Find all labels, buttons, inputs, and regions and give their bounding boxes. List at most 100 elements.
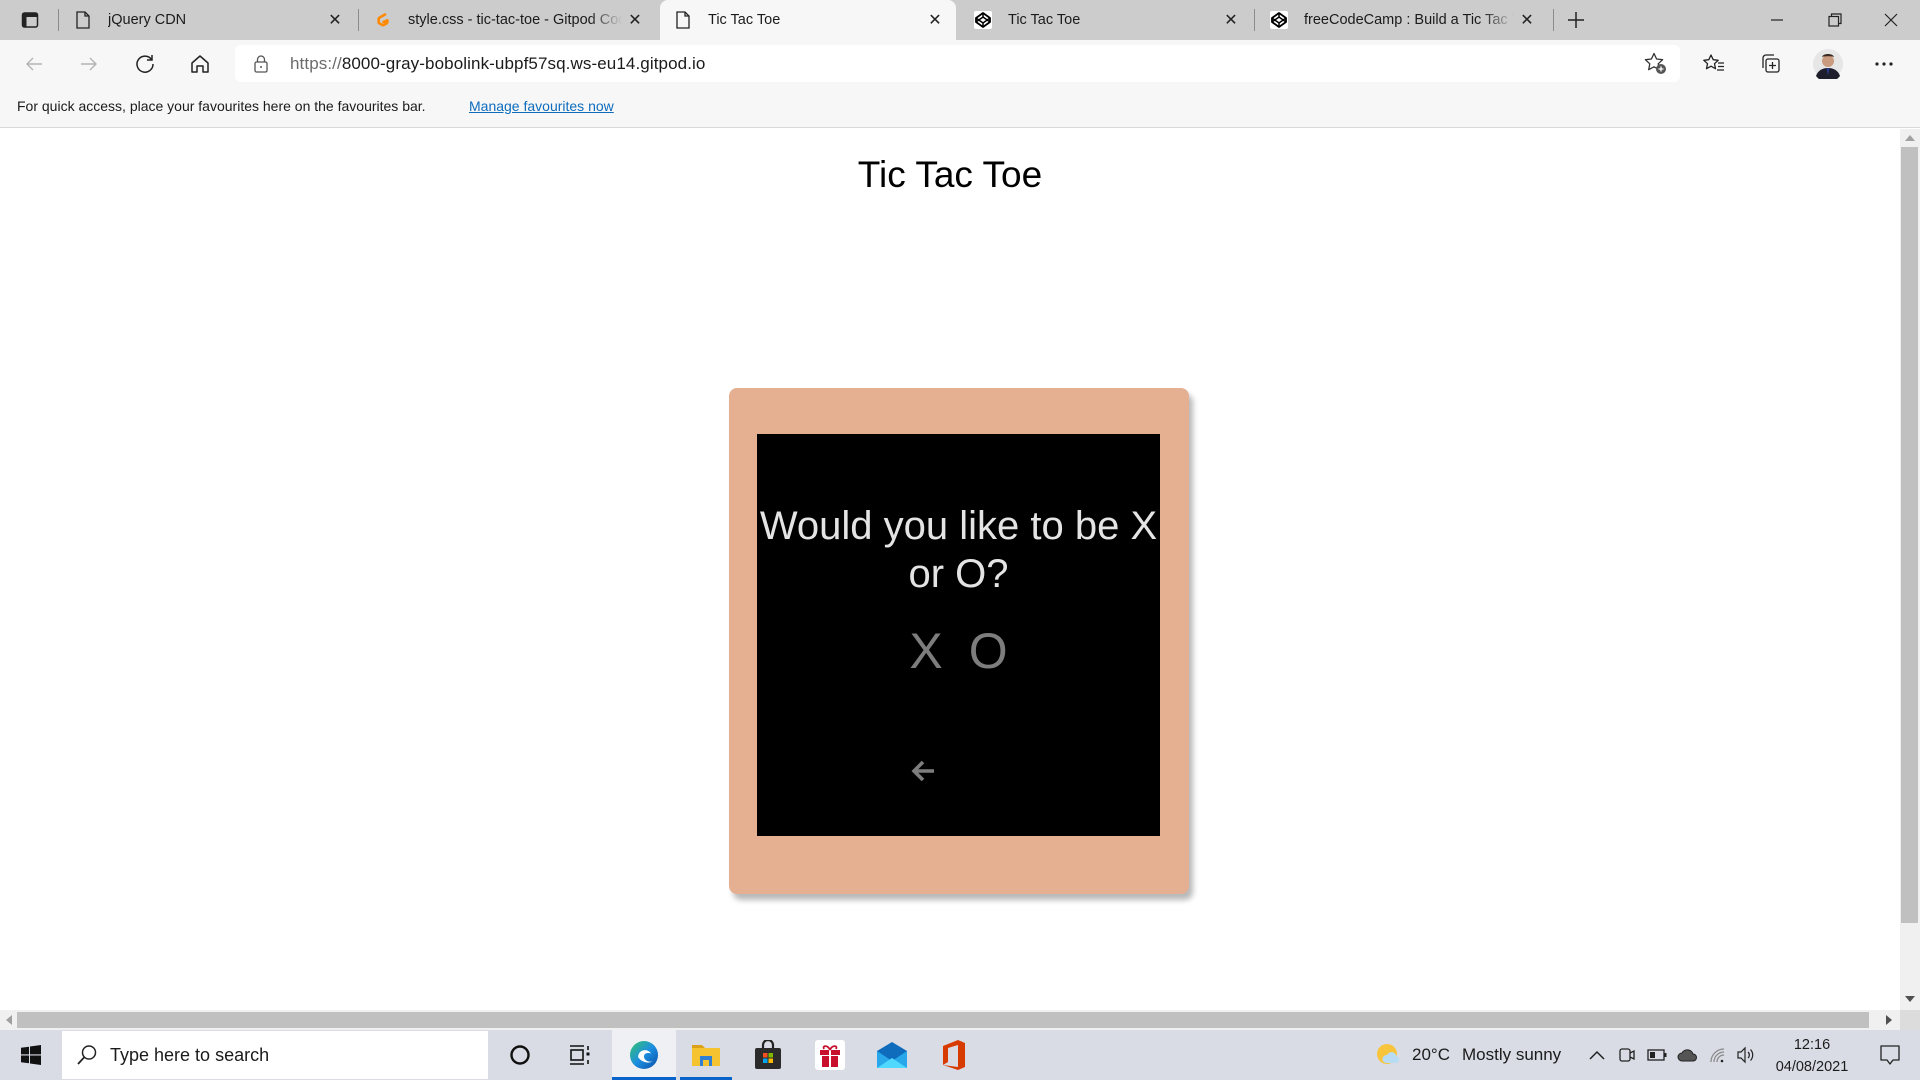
back-button[interactable] <box>16 46 52 82</box>
taskbar-mail[interactable] <box>861 1030 923 1080</box>
vertical-scrollbar[interactable] <box>1900 129 1920 1010</box>
onedrive-status[interactable] <box>1672 1030 1704 1080</box>
scroll-right-arrow-icon[interactable] <box>1886 1015 1892 1025</box>
new-tab-button[interactable] <box>1546 0 1606 40</box>
scroll-left-arrow-icon[interactable] <box>6 1015 12 1025</box>
horizontal-scrollbar[interactable] <box>0 1010 1900 1030</box>
clock-date: 04/08/2021 <box>1775 1059 1849 1075</box>
system-clock[interactable]: 12:16 04/08/2021 <box>1762 1034 1862 1078</box>
show-hidden-icons-button[interactable] <box>1580 1030 1614 1080</box>
close-tab-icon[interactable]: ✕ <box>922 7 948 33</box>
lock-icon[interactable] <box>253 54 269 79</box>
home-button[interactable] <box>182 46 218 82</box>
choose-o-button[interactable]: O <box>969 622 1008 680</box>
close-tab-icon[interactable]: ✕ <box>622 7 648 33</box>
start-button[interactable] <box>0 1030 62 1080</box>
tab-tic-tac-toe-active[interactable]: Tic Tac Toe ✕ <box>660 0 956 40</box>
choose-x-button[interactable]: X <box>909 622 942 680</box>
wifi-icon <box>1710 1048 1725 1063</box>
battery-indicator[interactable] <box>1642 1030 1672 1080</box>
restore-icon <box>1828 13 1842 27</box>
scroll-down-arrow-icon[interactable] <box>1905 996 1915 1002</box>
taskbar-edge[interactable] <box>612 1030 676 1080</box>
codepen-icon <box>974 11 992 29</box>
page-icon <box>674 11 692 29</box>
office-icon <box>943 1040 965 1070</box>
taskbar-microsoft-store[interactable] <box>737 1030 799 1080</box>
codepen-icon <box>1270 11 1288 29</box>
task-view-icon <box>570 1045 590 1065</box>
tab-strip: jQuery CDN ✕ style.css - tic-tac-toe - G… <box>0 0 1920 40</box>
weather-widget[interactable]: 20°C Mostly sunny <box>1376 1030 1561 1080</box>
weather-temperature: 20°C <box>1412 1045 1450 1064</box>
address-bar[interactable]: https://8000-gray-bobolink-ubpf57sq.ws-e… <box>235 45 1680 82</box>
close-tab-icon[interactable]: ✕ <box>322 7 348 33</box>
profile-avatar[interactable] <box>1810 46 1846 82</box>
back-button[interactable] <box>907 756 939 786</box>
chevron-up-icon <box>1589 1050 1605 1060</box>
taskbar-office[interactable] <box>923 1030 985 1080</box>
minimize-button[interactable] <box>1748 0 1806 40</box>
more-icon <box>1875 62 1893 66</box>
close-tab-icon[interactable]: ✕ <box>1218 7 1244 33</box>
meet-now-button[interactable] <box>1612 1030 1642 1080</box>
star-add-icon <box>1644 52 1666 74</box>
refresh-icon <box>136 55 154 73</box>
task-view-button[interactable] <box>549 1030 611 1080</box>
url-scheme: https:// <box>290 54 342 73</box>
tab-title: Tic Tac Toe <box>708 12 781 28</box>
mail-icon <box>877 1042 907 1068</box>
vertical-scroll-thumb[interactable] <box>1901 147 1918 923</box>
tab-title: freeCodeCamp : Build a Tic Tac Toe Game <box>1304 12 1514 28</box>
tab-freecodecamp[interactable]: freeCodeCamp : Build a Tic Tac Toe Game … <box>1256 0 1548 40</box>
tab-separator <box>1254 9 1255 31</box>
gift-icon <box>815 1040 845 1070</box>
volume-control[interactable] <box>1732 1030 1760 1080</box>
tab-title: jQuery CDN <box>108 12 187 28</box>
taskbar-search-box[interactable]: Type here to search <box>62 1031 488 1079</box>
web-page: Tic Tac Toe Would you like to be X or O?… <box>0 129 1900 1010</box>
url-text[interactable]: https://8000-gray-bobolink-ubpf57sq.ws-e… <box>290 54 705 74</box>
tab-gitpod-style-css[interactable]: style.css - tic-tac-toe - Gitpod Code ✕ <box>360 0 656 40</box>
refresh-button[interactable] <box>127 46 163 82</box>
add-favourite-button[interactable] <box>1643 51 1667 80</box>
weather-condition: Mostly sunny <box>1461 1045 1562 1064</box>
settings-more-button[interactable] <box>1866 46 1902 82</box>
tab-jquery-cdn[interactable]: jQuery CDN ✕ <box>60 0 356 40</box>
scroll-up-arrow-icon[interactable] <box>1905 135 1915 141</box>
manage-favourites-link[interactable]: Manage favourites now <box>469 98 614 114</box>
close-tab-icon[interactable]: ✕ <box>1514 7 1540 33</box>
minimize-icon <box>1771 19 1783 21</box>
plus-icon <box>1568 12 1584 28</box>
favourites-bar: For quick access, place your favourites … <box>0 88 1920 128</box>
tab-actions-button[interactable] <box>12 2 48 38</box>
close-window-button[interactable] <box>1862 0 1920 40</box>
tab-separator <box>358 9 359 31</box>
taskbar-gift-app[interactable] <box>799 1030 861 1080</box>
favourites-button[interactable] <box>1696 46 1732 82</box>
arrow-left-icon <box>26 57 42 71</box>
collections-icon <box>1762 54 1780 73</box>
symbol-choices: X O <box>757 622 1160 680</box>
speaker-icon <box>1737 1046 1754 1064</box>
cortana-button[interactable] <box>489 1030 551 1080</box>
arrow-right-icon <box>81 57 97 71</box>
tab-tic-tac-toe-codepen[interactable]: Tic Tac Toe ✕ <box>960 0 1252 40</box>
store-icon <box>755 1040 781 1069</box>
cloud-icon <box>1677 1049 1697 1062</box>
edge-icon <box>630 1041 658 1069</box>
battery-icon <box>1647 1049 1667 1061</box>
taskbar-file-explorer[interactable] <box>674 1030 738 1080</box>
network-status[interactable] <box>1704 1030 1732 1080</box>
action-center-button[interactable] <box>1865 1030 1915 1080</box>
horizontal-scroll-thumb[interactable] <box>17 1012 1869 1028</box>
search-icon <box>77 1045 97 1065</box>
game-card: Would you like to be X or O? X O <box>729 388 1189 894</box>
collections-button[interactable] <box>1752 46 1788 82</box>
tab-separator <box>58 9 59 31</box>
url-host: 8000-gray-bobolink-ubpf57sq.ws-eu14.gitp… <box>341 54 706 73</box>
restore-button[interactable] <box>1806 0 1864 40</box>
clock-time: 12:16 <box>1793 1037 1831 1053</box>
forward-button[interactable] <box>71 46 107 82</box>
tab-actions-icon <box>21 12 39 28</box>
